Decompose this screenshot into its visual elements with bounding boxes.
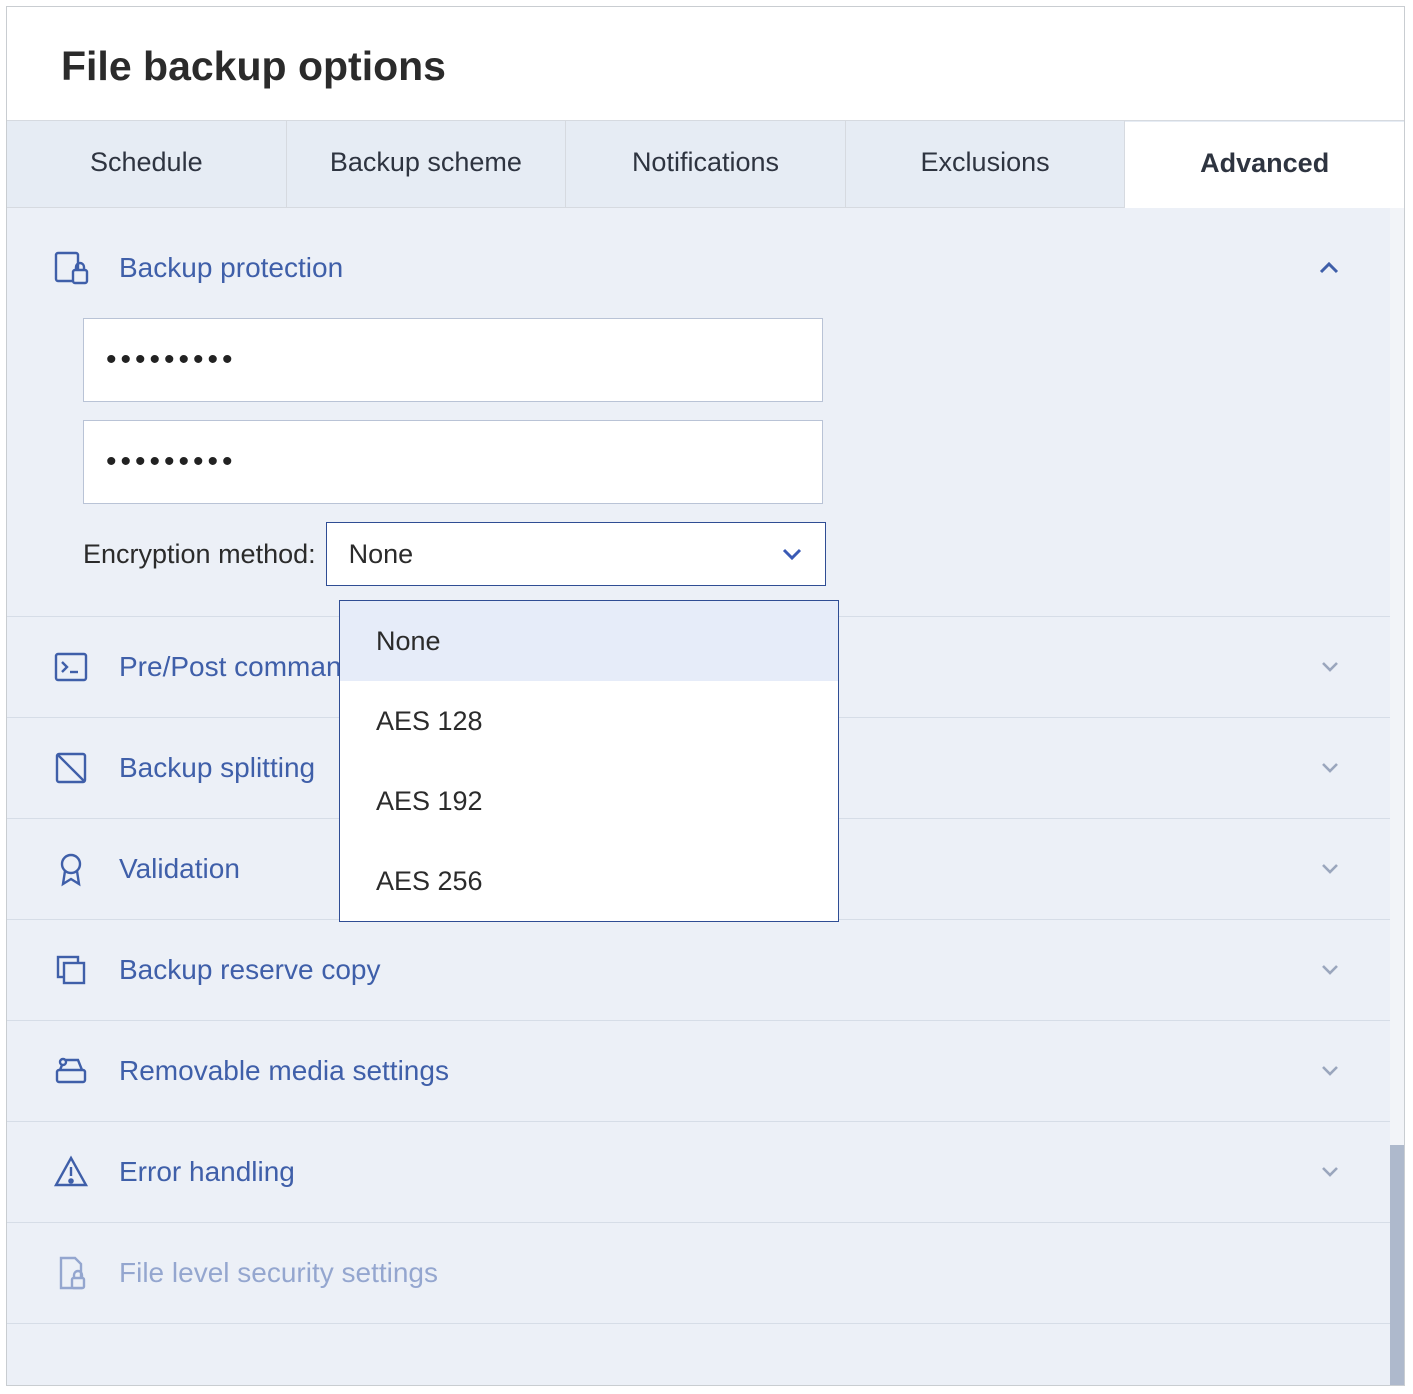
encryption-option-aes128[interactable]: AES 128 <box>340 681 838 761</box>
warning-icon <box>51 1152 91 1192</box>
ribbon-icon <box>51 849 91 889</box>
tab-notifications[interactable]: Notifications <box>566 121 846 207</box>
section-header-backup-reserve-copy[interactable]: Backup reserve copy <box>7 920 1404 1020</box>
section-label: Validation <box>119 853 240 885</box>
content-pane: Backup protection ••••••••• ••••••••• En… <box>7 208 1404 1385</box>
section-label: Removable media settings <box>119 1055 449 1087</box>
section-header-backup-protection[interactable]: Backup protection <box>7 208 1404 318</box>
encryption-option-none[interactable]: None <box>340 601 838 681</box>
password-confirm-input[interactable]: ••••••••• <box>83 420 823 504</box>
chevron-down-icon <box>1320 1162 1340 1182</box>
section-backup-reserve-copy: Backup reserve copy <box>7 920 1404 1021</box>
chevron-down-icon <box>1320 758 1340 778</box>
section-removable-media: Removable media settings <box>7 1021 1404 1122</box>
section-label: Backup protection <box>119 252 343 284</box>
shield-lock-icon <box>51 248 91 288</box>
encryption-select[interactable]: None <box>326 522 826 586</box>
chevron-down-icon <box>1320 1061 1340 1081</box>
chevron-down-icon <box>1320 960 1340 980</box>
encryption-selected-value: None <box>349 539 414 570</box>
encryption-dropdown: None AES 128 AES 192 AES 256 <box>339 600 839 922</box>
section-label: Pre/Post commands <box>119 651 371 683</box>
password-input[interactable]: ••••••••• <box>83 318 823 402</box>
drive-gear-icon <box>51 1051 91 1091</box>
tab-schedule[interactable]: Schedule <box>7 121 287 207</box>
section-header-file-level-security[interactable]: File level security settings <box>7 1223 1404 1323</box>
window-title: File backup options <box>7 7 1404 120</box>
tab-backup-scheme[interactable]: Backup scheme <box>287 121 567 207</box>
copy-icon <box>51 950 91 990</box>
section-label: Error handling <box>119 1156 295 1188</box>
tab-advanced[interactable]: Advanced <box>1125 122 1404 208</box>
dialog-window: File backup options Schedule Backup sche… <box>6 6 1405 1386</box>
tab-exclusions[interactable]: Exclusions <box>846 121 1126 207</box>
section-header-error-handling[interactable]: Error handling <box>7 1122 1404 1222</box>
section-label: Backup splitting <box>119 752 315 784</box>
chevron-down-icon <box>1320 657 1340 677</box>
section-backup-protection: Backup protection ••••••••• ••••••••• En… <box>7 208 1404 617</box>
section-error-handling: Error handling <box>7 1122 1404 1223</box>
chevron-down-icon <box>1320 859 1340 879</box>
encryption-row: Encryption method: None <box>83 522 1328 586</box>
section-header-removable-media[interactable]: Removable media settings <box>7 1021 1404 1121</box>
encryption-label: Encryption method: <box>83 539 316 570</box>
section-label: File level security settings <box>119 1257 438 1289</box>
vertical-scroll-thumb[interactable] <box>1390 1145 1404 1385</box>
terminal-icon <box>51 647 91 687</box>
section-file-level-security: File level security settings <box>7 1223 1404 1324</box>
vertical-scroll-track[interactable] <box>1390 208 1404 1385</box>
encryption-option-aes192[interactable]: AES 192 <box>340 761 838 841</box>
chevron-down-icon <box>781 543 803 565</box>
section-body-backup-protection: ••••••••• ••••••••• Encryption method: N… <box>7 318 1404 616</box>
chevron-up-icon <box>1318 257 1340 279</box>
section-label: Backup reserve copy <box>119 954 380 986</box>
encryption-option-aes256[interactable]: AES 256 <box>340 841 838 921</box>
split-icon <box>51 748 91 788</box>
file-lock-icon <box>51 1253 91 1293</box>
tab-bar: Schedule Backup scheme Notifications Exc… <box>7 120 1404 208</box>
